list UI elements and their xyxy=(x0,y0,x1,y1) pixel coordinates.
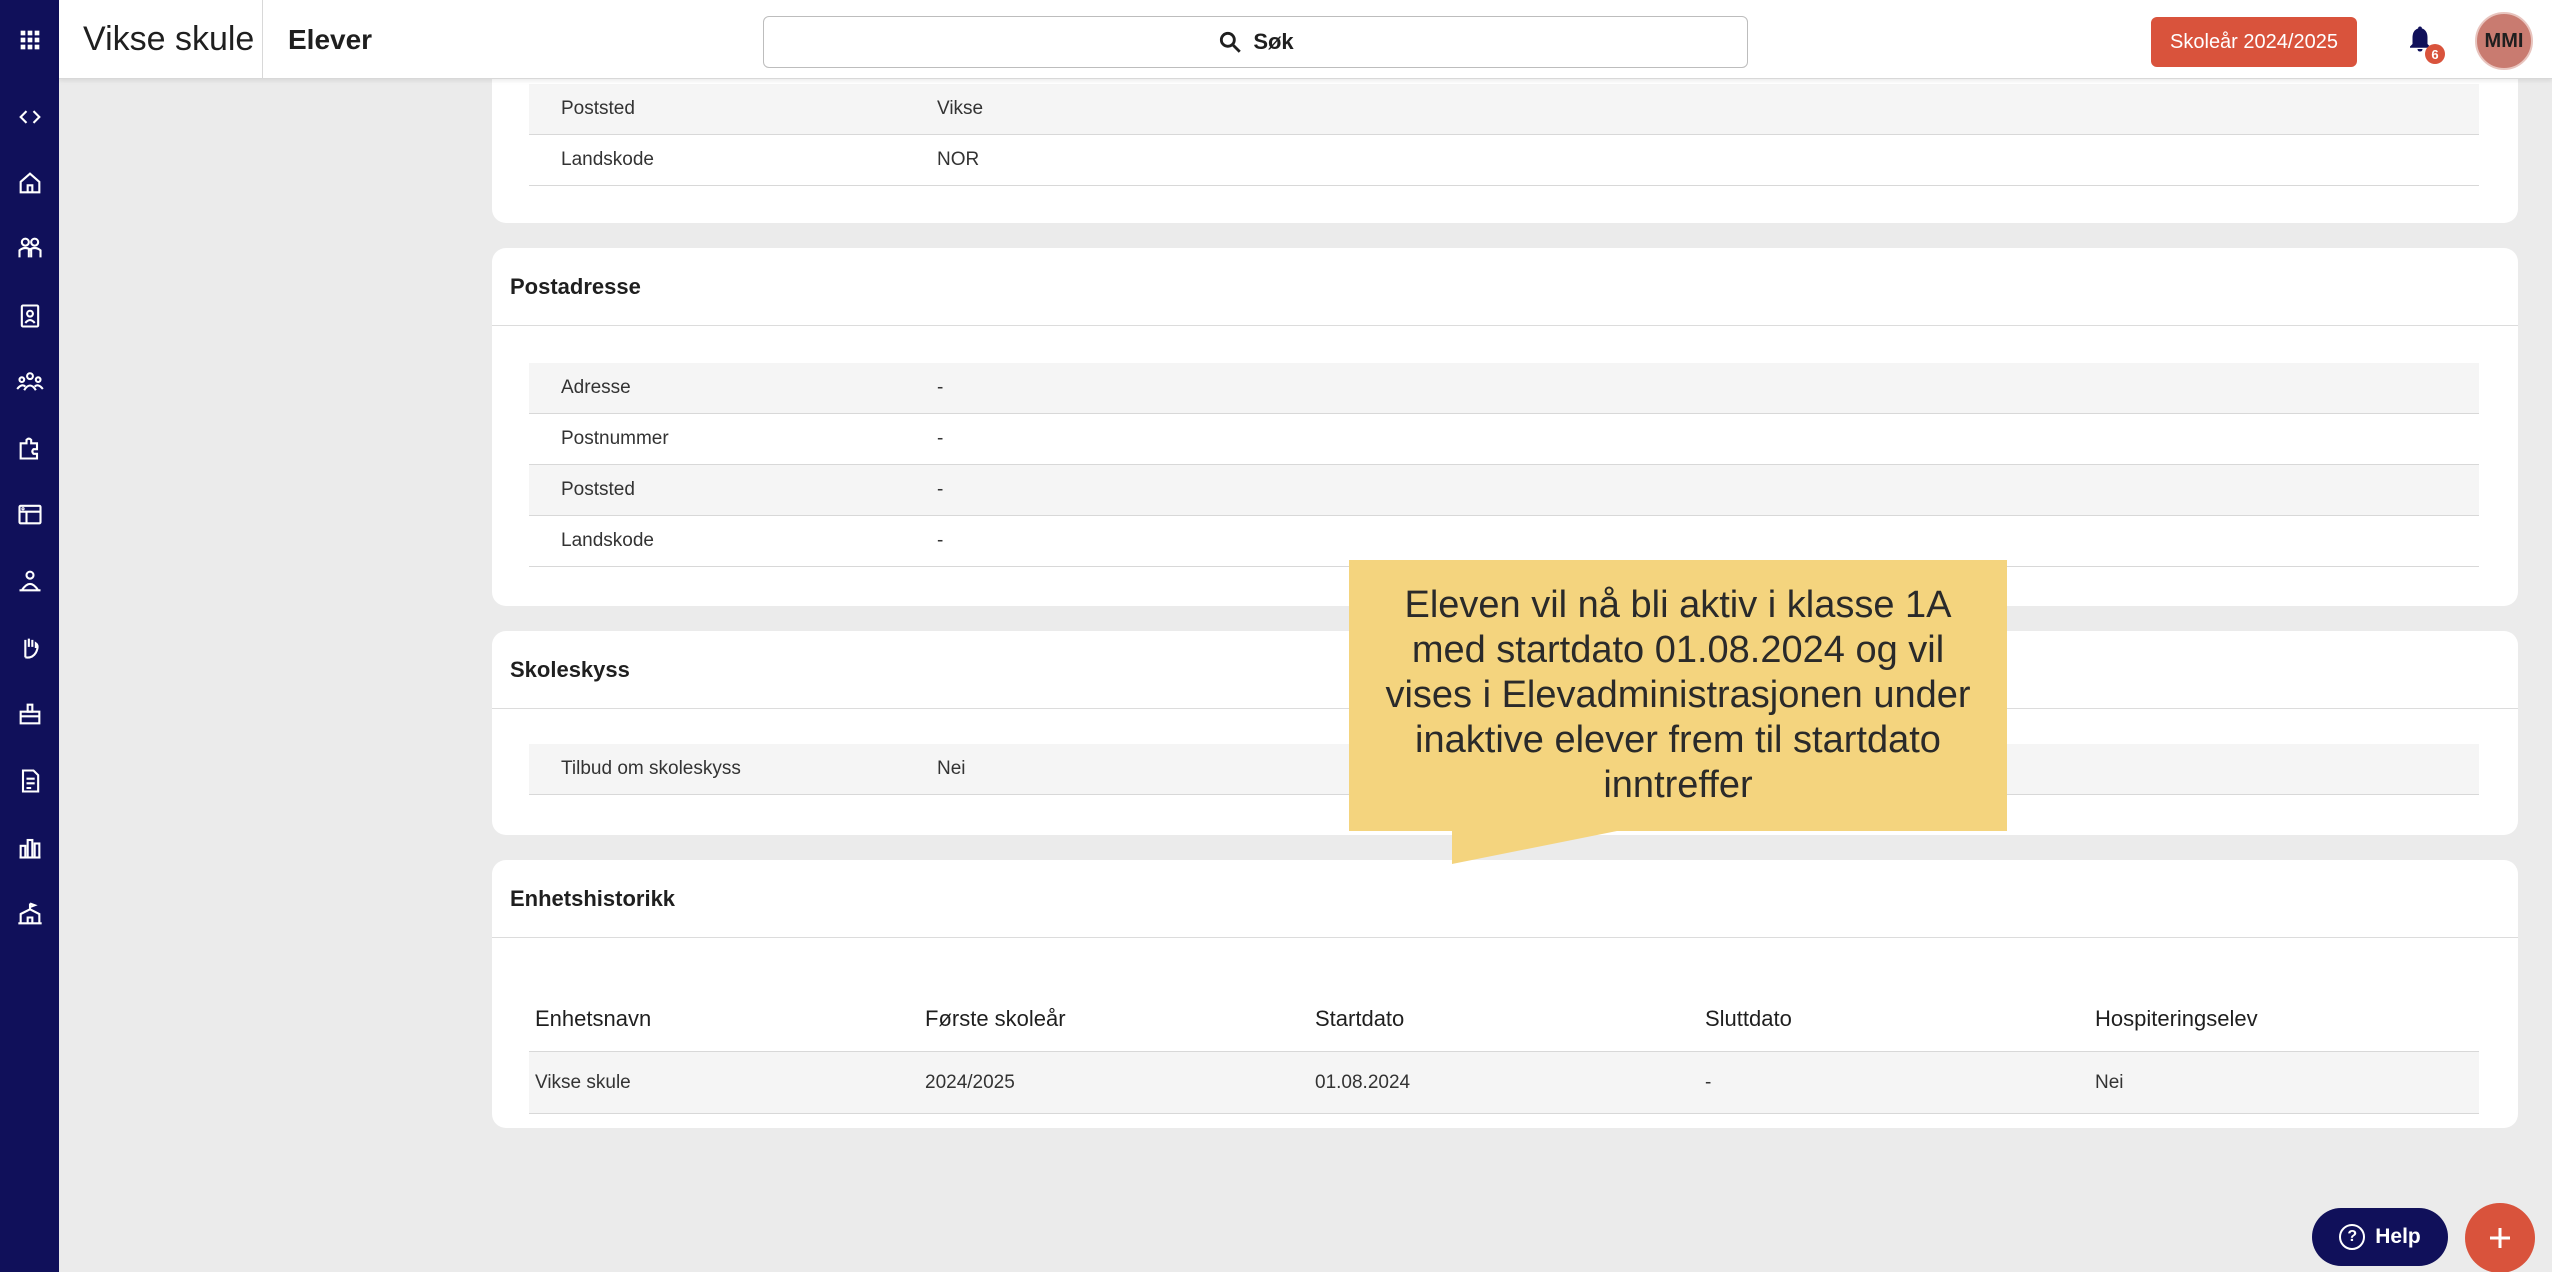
kv-value: - xyxy=(937,428,944,449)
top-bar: Vikse skule Elever Søk Skoleår 2024/2025… xyxy=(59,0,2552,79)
search-label: Søk xyxy=(1253,29,1294,54)
teacher-icon[interactable] xyxy=(0,561,59,601)
kv-label: Landskode xyxy=(561,530,654,551)
column-header: Første skoleår xyxy=(925,1005,1066,1031)
classroom-icon[interactable] xyxy=(0,694,59,734)
column-header: Sluttdato xyxy=(1705,1005,1792,1031)
left-rail xyxy=(0,0,59,1272)
column-header: Startdato xyxy=(1315,1005,1405,1031)
students-icon[interactable] xyxy=(0,228,59,268)
kv-label: Poststed xyxy=(561,98,635,119)
enhetshistorikk-table: Enhetsnavn Første skoleår Startdato Slut… xyxy=(529,986,2479,1114)
code-toggle-icon[interactable] xyxy=(0,97,59,137)
notification-count-badge: 6 xyxy=(2425,44,2445,64)
groups-icon[interactable] xyxy=(0,362,59,402)
kv-value: - xyxy=(937,530,944,551)
postadresse-list: Adresse - Postnummer - Poststed - Landsk… xyxy=(529,363,2479,567)
table-cell: Nei xyxy=(2095,1071,2124,1093)
kv-label: Tilbud om skoleskyss xyxy=(561,758,741,779)
postadresse-card: Postadresse Adresse - Postnummer - Posts… xyxy=(492,248,2518,606)
avatar[interactable]: MMI xyxy=(2475,12,2533,70)
column-header: Hospiteringselev xyxy=(2095,1005,2258,1031)
kv-value: - xyxy=(937,377,944,398)
kv-label: Landskode xyxy=(561,149,654,170)
table-cell: 2024/2025 xyxy=(925,1071,1015,1093)
kv-value: Vikse xyxy=(937,98,984,119)
besoksadresse-list: Poststed Vikse Landskode NOR xyxy=(529,84,2479,186)
search-icon xyxy=(1220,31,1242,53)
help-button[interactable]: ? Help xyxy=(2312,1208,2448,1266)
kv-row: Adresse - xyxy=(529,363,2479,414)
callout-pointer xyxy=(1452,830,1622,864)
kv-row: Poststed Vikse xyxy=(529,84,2479,135)
notifications-button[interactable]: 6 xyxy=(2405,24,2445,64)
school-name[interactable]: Vikse skule xyxy=(83,20,254,59)
home-icon[interactable] xyxy=(0,163,59,203)
table-cell: - xyxy=(1705,1071,1712,1093)
kv-value: - xyxy=(937,479,944,500)
bar-chart-icon[interactable] xyxy=(0,827,59,867)
add-button[interactable] xyxy=(2465,1203,2535,1272)
enhetshistorikk-card: Enhetshistorikk Enhetsnavn Første skoleå… xyxy=(492,860,2518,1128)
school-year-button[interactable]: Skoleår 2024/2025 xyxy=(2151,17,2357,67)
school-icon[interactable] xyxy=(0,894,59,934)
kv-row: Landskode NOR xyxy=(529,135,2479,186)
table-header-row: Enhetsnavn Første skoleår Startdato Slut… xyxy=(529,986,2479,1052)
search-input[interactable]: Søk xyxy=(763,16,1748,68)
question-icon: ? xyxy=(2339,1224,2366,1250)
table-row[interactable]: Vikse skule 2024/2025 01.08.2024 - Nei xyxy=(529,1052,2479,1114)
section-title: Enhetshistorikk xyxy=(492,860,2518,938)
timetable-icon[interactable] xyxy=(0,494,59,534)
plus-icon xyxy=(2490,1228,2510,1248)
page-title: Elever xyxy=(288,24,373,55)
apps-grid-icon[interactable] xyxy=(0,20,59,60)
puzzle-icon[interactable] xyxy=(0,428,59,468)
topbar-divider xyxy=(262,0,263,79)
column-header: Enhetsnavn xyxy=(535,1005,652,1031)
document-icon[interactable] xyxy=(0,761,59,801)
kv-row: Postnummer - xyxy=(529,414,2479,465)
hand-icon[interactable] xyxy=(0,628,59,668)
kv-row: Poststed - xyxy=(529,465,2479,516)
section-title: Postadresse xyxy=(492,248,2518,326)
kv-label: Poststed xyxy=(561,479,635,500)
tutorial-callout: Eleven vil nå bli aktiv i klasse 1A med … xyxy=(1349,560,2007,831)
kv-value: NOR xyxy=(937,149,980,170)
table-cell: 01.08.2024 xyxy=(1315,1071,1411,1093)
kv-label: Adresse xyxy=(561,377,631,398)
help-label: Help xyxy=(2375,1225,2421,1248)
badge-icon[interactable] xyxy=(0,296,59,336)
table-cell: Vikse skule xyxy=(535,1071,631,1093)
kv-label: Postnummer xyxy=(561,428,669,449)
